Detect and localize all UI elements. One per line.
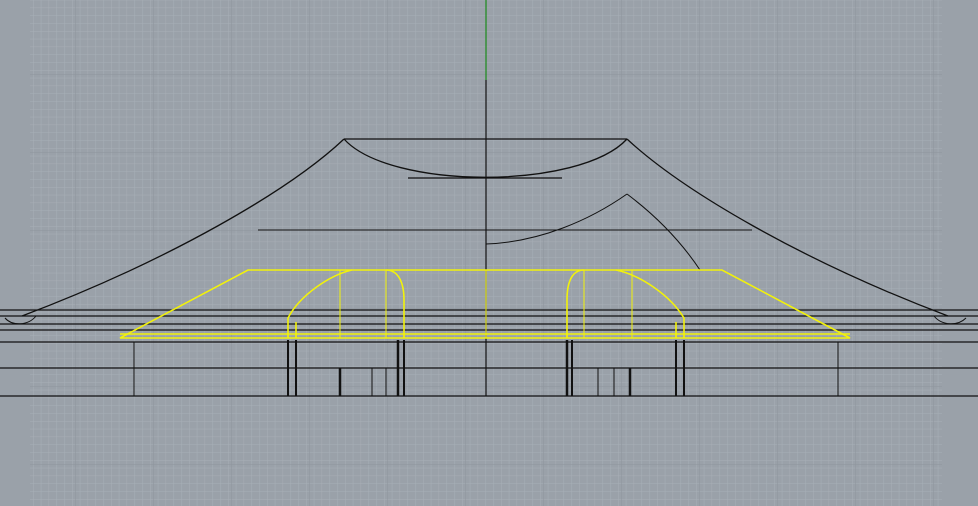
grid-margin-left bbox=[0, 0, 30, 506]
grid-margin-right bbox=[942, 0, 978, 506]
viewport-canvas[interactable] bbox=[0, 0, 978, 506]
cad-viewport[interactable] bbox=[0, 0, 978, 506]
